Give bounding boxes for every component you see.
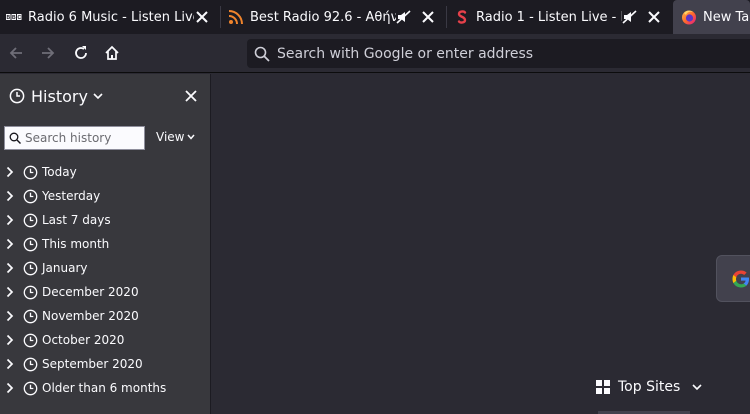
history-group-row[interactable]: Today (0, 160, 211, 184)
top-sites-toggle[interactable]: Top Sites (596, 379, 702, 395)
chevron-down-icon (187, 134, 196, 140)
muted-speaker-icon[interactable] (622, 9, 638, 25)
clock-icon (22, 284, 38, 300)
history-group-row[interactable]: September 2020 (0, 352, 211, 376)
chevron-right-icon[interactable] (3, 357, 17, 371)
search-icon (247, 46, 277, 62)
clock-icon (22, 308, 38, 324)
url-bar[interactable] (247, 39, 750, 68)
history-group-label: Today (42, 165, 77, 179)
history-group-row[interactable]: Older than 6 months (0, 376, 211, 400)
clock-icon (22, 188, 38, 204)
clock-icon (9, 88, 25, 104)
chevron-down-icon (692, 383, 702, 391)
view-menu-button[interactable]: View (156, 130, 196, 144)
tab-separator (220, 6, 221, 28)
close-tab-icon[interactable] (646, 9, 662, 25)
tab-title: Radio 6 Music - Listen Live - BBC Sounds (28, 9, 194, 25)
tab-best-radio[interactable]: Best Radio 92.6 - Αθήνα online (222, 0, 444, 34)
history-group-label: Older than 6 months (42, 381, 167, 395)
clock-icon (22, 236, 38, 252)
tab-separator (446, 6, 447, 28)
chevron-right-icon[interactable] (3, 165, 17, 179)
svg-text:B: B (12, 15, 16, 21)
chevron-right-icon[interactable] (3, 189, 17, 203)
history-group-row[interactable]: Yesterday (0, 184, 211, 208)
history-group-label: October 2020 (42, 333, 125, 347)
history-group-label: December 2020 (42, 285, 139, 299)
home-button[interactable] (98, 39, 126, 67)
chevron-right-icon[interactable] (3, 237, 17, 251)
tab-title: Best Radio 92.6 - Αθήνα online (250, 9, 396, 25)
history-group-label: November 2020 (42, 309, 139, 323)
history-group-row[interactable]: November 2020 (0, 304, 211, 328)
chevron-right-icon[interactable] (3, 381, 17, 395)
close-sidebar-icon[interactable] (183, 88, 199, 104)
url-input[interactable] (277, 45, 717, 62)
history-group-label: January (42, 261, 88, 275)
history-group-row[interactable]: December 2020 (0, 280, 211, 304)
history-group-row[interactable]: Last 7 days (0, 208, 211, 232)
bbc-icon: BBC (6, 9, 22, 25)
svg-text:B: B (6, 15, 10, 21)
chevron-right-icon[interactable] (3, 213, 17, 227)
tab-title: New Tab (703, 9, 750, 25)
search-icon (5, 132, 25, 144)
search-history-field[interactable] (4, 126, 145, 150)
grid-icon (596, 380, 610, 394)
tab-new-tab[interactable]: New Tab (673, 0, 750, 34)
forward-button[interactable] (34, 39, 62, 67)
clock-icon (22, 164, 38, 180)
clock-icon (22, 380, 38, 396)
rss-icon (228, 9, 244, 25)
history-group-row[interactable]: October 2020 (0, 328, 211, 352)
close-tab-icon[interactable] (194, 9, 210, 25)
navigation-toolbar (0, 34, 750, 73)
history-group-label: September 2020 (42, 357, 143, 371)
history-group-row[interactable]: January (0, 256, 211, 280)
svg-text:C: C (17, 15, 21, 21)
google-icon (730, 268, 750, 290)
sidebar-title: History (31, 86, 88, 106)
chevron-right-icon[interactable] (3, 309, 17, 323)
history-group-label: Yesterday (42, 189, 101, 203)
clock-icon (22, 260, 38, 276)
google-search-button[interactable] (716, 255, 750, 302)
firefox-icon (681, 9, 697, 25)
chevron-right-icon[interactable] (3, 261, 17, 275)
clock-icon (22, 332, 38, 348)
tab-strip: BBC Radio 6 Music - Listen Live - BBC So… (0, 0, 750, 34)
view-label: View (156, 130, 185, 144)
search-history-input[interactable] (25, 131, 140, 145)
history-group-label: Last 7 days (42, 213, 111, 227)
history-group-row[interactable]: This month (0, 232, 211, 256)
top-sites-label: Top Sites (618, 379, 681, 395)
clock-icon (22, 212, 38, 228)
tab-title: Radio 1 - Listen Live - BBC Sounds (476, 9, 622, 25)
reload-button[interactable] (67, 39, 95, 67)
history-group-label: This month (42, 237, 110, 251)
muted-speaker-icon[interactable] (396, 9, 412, 25)
chevron-right-icon[interactable] (3, 333, 17, 347)
new-tab-page: Top Sites (212, 74, 750, 414)
sidebar-header[interactable]: History (0, 74, 211, 118)
history-sidebar: History View Today Yesterday Last 7 days Th… (0, 74, 211, 414)
tab-radio-1[interactable]: Radio 1 - Listen Live - BBC Sounds (448, 0, 670, 34)
clock-icon (22, 356, 38, 372)
history-tree: Today Yesterday Last 7 days This month Janua… (0, 160, 211, 400)
chevron-right-icon[interactable] (3, 285, 17, 299)
close-tab-icon[interactable] (420, 9, 436, 25)
tab-radio-6-music[interactable]: BBC Radio 6 Music - Listen Live - BBC So… (0, 0, 218, 34)
bbc-sounds-icon (454, 9, 470, 25)
chevron-down-icon[interactable] (93, 92, 103, 100)
back-button[interactable] (2, 39, 30, 67)
